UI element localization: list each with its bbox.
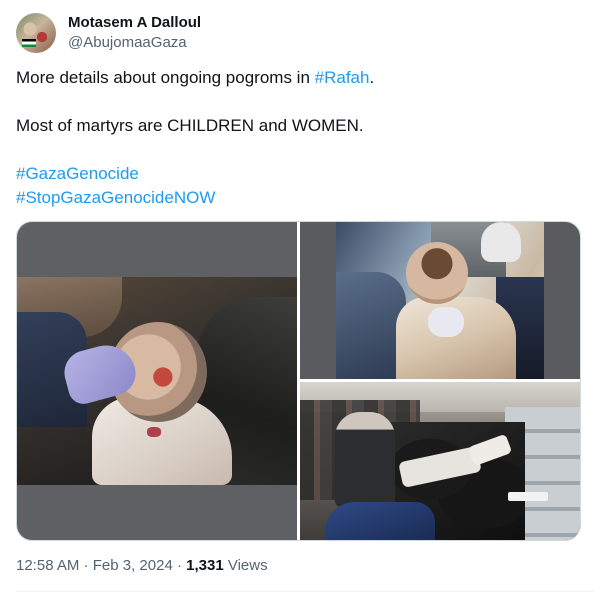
hashtag-stop-gaza-genocide-now[interactable]: #StopGazaGenocideNOW bbox=[16, 188, 215, 207]
tweet-line-1-end: . bbox=[369, 68, 375, 87]
views-count: 1,331 bbox=[186, 557, 224, 574]
photo-watermark bbox=[508, 492, 548, 501]
tweet-date: Feb 3, 2024 bbox=[92, 557, 173, 574]
media-photo-3[interactable] bbox=[300, 382, 580, 540]
meta-separator-2: · bbox=[176, 557, 182, 574]
views-label: Views bbox=[227, 557, 268, 574]
media-photo-1[interactable] bbox=[17, 222, 297, 540]
media-grid bbox=[16, 221, 581, 541]
author-handle[interactable]: @AbujomaaGaza bbox=[68, 33, 201, 53]
divider bbox=[16, 591, 595, 592]
meta-separator: · bbox=[83, 557, 89, 574]
tweet-time: 12:58 AM bbox=[16, 557, 80, 574]
photo-2-image bbox=[336, 222, 544, 379]
hashtag-rafah[interactable]: #Rafah bbox=[315, 68, 370, 87]
tweet-timestamp[interactable]: 12:58 AM · Feb 3, 2024 bbox=[16, 557, 173, 574]
flag-icon bbox=[22, 39, 36, 47]
author-names: Motasem A Dalloul @AbujomaaGaza bbox=[68, 13, 201, 53]
author-avatar[interactable] bbox=[16, 13, 56, 53]
tweet-line-2: Most of martyrs are CHILDREN and WOMEN. bbox=[16, 116, 364, 135]
tweet-line-1: More details about ongoing pogroms in #R… bbox=[16, 66, 586, 90]
author-display-name[interactable]: Motasem A Dalloul bbox=[68, 13, 201, 33]
tweet-line-1-text: More details about ongoing pogroms in bbox=[16, 68, 315, 87]
media-photo-2[interactable] bbox=[300, 222, 580, 379]
photo-3-image bbox=[300, 382, 580, 540]
tweet-header: Motasem A Dalloul @AbujomaaGaza bbox=[16, 12, 201, 54]
tweet-text: More details about ongoing pogroms in #R… bbox=[16, 66, 586, 210]
hashtag-gaza-genocide[interactable]: #GazaGenocide bbox=[16, 164, 139, 183]
tweet-meta: 12:58 AM · Feb 3, 2024 · 1,331 Views bbox=[16, 556, 268, 576]
photo-1-image bbox=[17, 277, 297, 485]
